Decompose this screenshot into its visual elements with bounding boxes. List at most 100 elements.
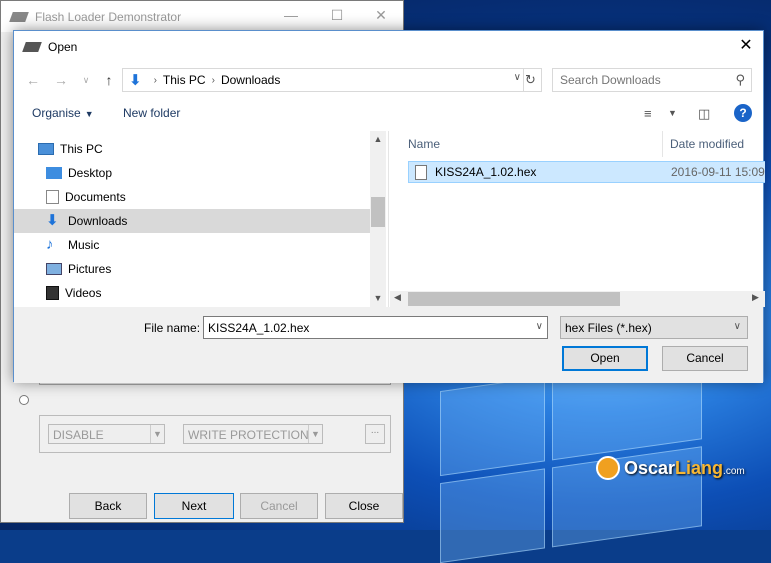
organise-label: Organise [32, 106, 81, 120]
breadcrumb-this-pc[interactable]: This PC [163, 73, 206, 87]
search-icon: ⚲ [735, 72, 745, 87]
help-icon[interactable]: ? [734, 104, 752, 122]
pictures-icon [46, 263, 62, 275]
file-row[interactable]: KISS24A_1.02.hex 2016-09-11 15:09 [408, 161, 765, 183]
computer-icon [38, 143, 54, 155]
scrollbar-thumb[interactable] [408, 292, 620, 306]
back-button[interactable]: Back [69, 493, 147, 519]
pane-divider[interactable] [388, 131, 389, 307]
nav-item-label: Documents [65, 190, 126, 204]
chevron-down-icon: ▼ [308, 425, 322, 443]
nav-item-label: Downloads [68, 214, 128, 228]
open-dialog: Open ✕ ← → ∨ ↑ ⬇ › This PC › Downloads ∨… [13, 30, 765, 383]
file-list: ⌃ Name Date modified KISS24A_1.02.hex 20… [390, 131, 765, 307]
flash-loader-titlebar: Flash Loader Demonstrator — ☐ ✕ [1, 1, 403, 32]
file-name: KISS24A_1.02.hex [435, 165, 537, 179]
navigation-pane: This PC Desktop Documents ⬇ Downloads ♪ … [14, 131, 386, 307]
scroll-up-icon[interactable]: ▲ [370, 134, 386, 144]
nav-item-documents[interactable]: Documents [14, 185, 370, 209]
write-protection-value: WRITE PROTECTION [188, 428, 309, 442]
refresh-icon[interactable]: ↻ [520, 68, 542, 92]
nav-pane-scrollbar[interactable]: ▲ ▼ [370, 131, 386, 307]
preview-pane-icon[interactable]: ◫ [698, 106, 710, 122]
scrollbar-thumb[interactable] [371, 197, 385, 227]
chip-icon [22, 41, 42, 52]
new-folder-button[interactable]: New folder [123, 106, 180, 120]
chevron-down-icon: ▼ [150, 425, 164, 443]
maximize-icon[interactable]: ☐ [327, 7, 347, 25]
disable-select[interactable]: DISABLE ▼ [48, 424, 165, 444]
address-bar[interactable]: ⬇ › This PC › Downloads ∨ [122, 68, 524, 92]
scroll-right-icon[interactable]: ▶ [752, 292, 759, 303]
next-button[interactable]: Next [154, 493, 234, 519]
column-separator[interactable] [662, 131, 663, 157]
column-header-date[interactable]: Date modified [670, 131, 744, 157]
file-type-select[interactable]: hex Files (*.hex) ∨ [560, 316, 748, 339]
command-toolbar: Organise ▼ New folder ≡ ▼ ◫ ? [14, 99, 763, 131]
search-box[interactable]: ⚲ [552, 68, 752, 92]
dialog-title: Open [48, 39, 78, 54]
nav-item-pictures[interactable]: Pictures [14, 257, 370, 281]
file-name-combobox[interactable]: ∨ [203, 316, 548, 339]
sort-ascending-icon: ⌃ [530, 131, 538, 137]
minimize-icon[interactable]: — [281, 7, 301, 25]
close-button[interactable]: Close [325, 493, 403, 519]
watermark-logo-icon [596, 456, 620, 480]
disable-select-value: DISABLE [53, 428, 104, 442]
forward-arrow-icon[interactable]: → [51, 70, 71, 90]
chevron-down-icon[interactable]: ∨ [536, 321, 543, 332]
option-radio[interactable] [19, 395, 29, 405]
view-options-icon[interactable]: ≡ [644, 106, 652, 121]
nav-item-music[interactable]: ♪ Music [14, 233, 370, 257]
nav-item-this-pc[interactable]: This PC [14, 137, 370, 161]
close-icon[interactable]: ✕ [371, 7, 391, 25]
nav-item-downloads[interactable]: ⬇ Downloads [14, 209, 370, 233]
scroll-down-icon[interactable]: ▼ [370, 293, 386, 303]
write-protection-select[interactable]: WRITE PROTECTION ▼ [183, 424, 323, 444]
file-type-value: hex Files (*.hex) [565, 321, 652, 335]
watermark-brand-a: Oscar [624, 457, 676, 478]
nav-item-videos[interactable]: Videos [14, 281, 370, 305]
music-note-icon: ♪ [46, 236, 54, 253]
dialog-cancel-button[interactable]: Cancel [662, 346, 748, 371]
watermark-brand-b: Liang [675, 457, 724, 478]
nav-item-label: Pictures [68, 262, 112, 276]
downloads-location-icon: ⬇ [129, 72, 142, 89]
nav-item-desktop[interactable]: Desktop [14, 161, 370, 185]
scroll-left-icon[interactable]: ◀ [394, 292, 401, 303]
caret-down-icon[interactable]: ▼ [668, 108, 677, 118]
file-name-label: File name: [144, 321, 201, 335]
caret-down-icon: ▼ [84, 109, 94, 119]
chevron-right-icon[interactable]: › [154, 75, 157, 86]
nav-item-label: Desktop [68, 166, 113, 180]
download-arrow-icon: ⬇ [46, 212, 59, 229]
close-icon[interactable]: ✕ [737, 37, 755, 55]
organise-button[interactable]: Organise ▼ [32, 106, 94, 120]
column-header-name[interactable]: Name [408, 131, 440, 157]
file-date: 2016-09-11 15:09 [671, 165, 765, 179]
breadcrumb-downloads[interactable]: Downloads [221, 73, 280, 87]
dialog-footer: File name: ∨ hex Files (*.hex) ∨ Open Ca… [14, 307, 763, 383]
documents-icon [46, 190, 59, 204]
flash-loader-title: Flash Loader Demonstrator [35, 9, 182, 24]
nav-item-label: Music [68, 238, 100, 252]
navigation-bar: ← → ∨ ↑ ⬇ › This PC › Downloads ∨ ↻ ⚲ [14, 65, 763, 95]
file-list-hscrollbar[interactable]: ◀ ▶ [390, 291, 765, 307]
desktop-folder-icon [46, 167, 62, 179]
dialog-titlebar: Open [14, 31, 763, 62]
film-icon [46, 286, 59, 300]
up-arrow-icon[interactable]: ↑ [99, 70, 119, 90]
search-input[interactable] [553, 69, 723, 91]
watermark-suffix: .com [723, 465, 745, 477]
back-arrow-icon[interactable]: ← [23, 70, 43, 90]
file-name-input[interactable] [204, 317, 524, 338]
file-icon [415, 164, 427, 180]
chip-icon [9, 11, 29, 22]
chevron-right-icon[interactable]: › [212, 75, 215, 86]
nav-item-label: This PC [60, 142, 103, 156]
watermark: OscarLiang.com [596, 456, 745, 480]
open-button[interactable]: Open [562, 346, 648, 371]
recent-locations-icon[interactable]: ∨ [76, 70, 96, 90]
cancel-button[interactable]: Cancel [240, 493, 318, 519]
browse-dots-button[interactable]: ... [365, 424, 385, 444]
